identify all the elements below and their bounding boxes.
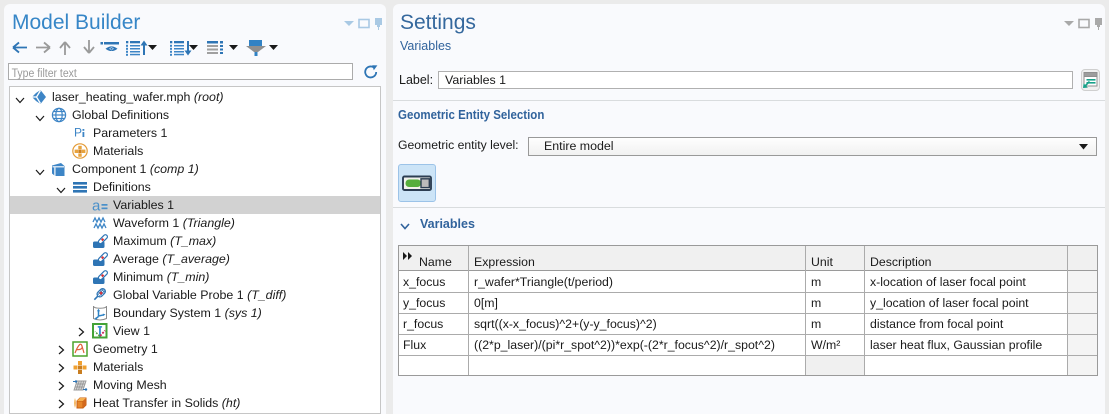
svg-text:P: P [74,126,82,140]
svg-text:a: a [92,198,101,214]
